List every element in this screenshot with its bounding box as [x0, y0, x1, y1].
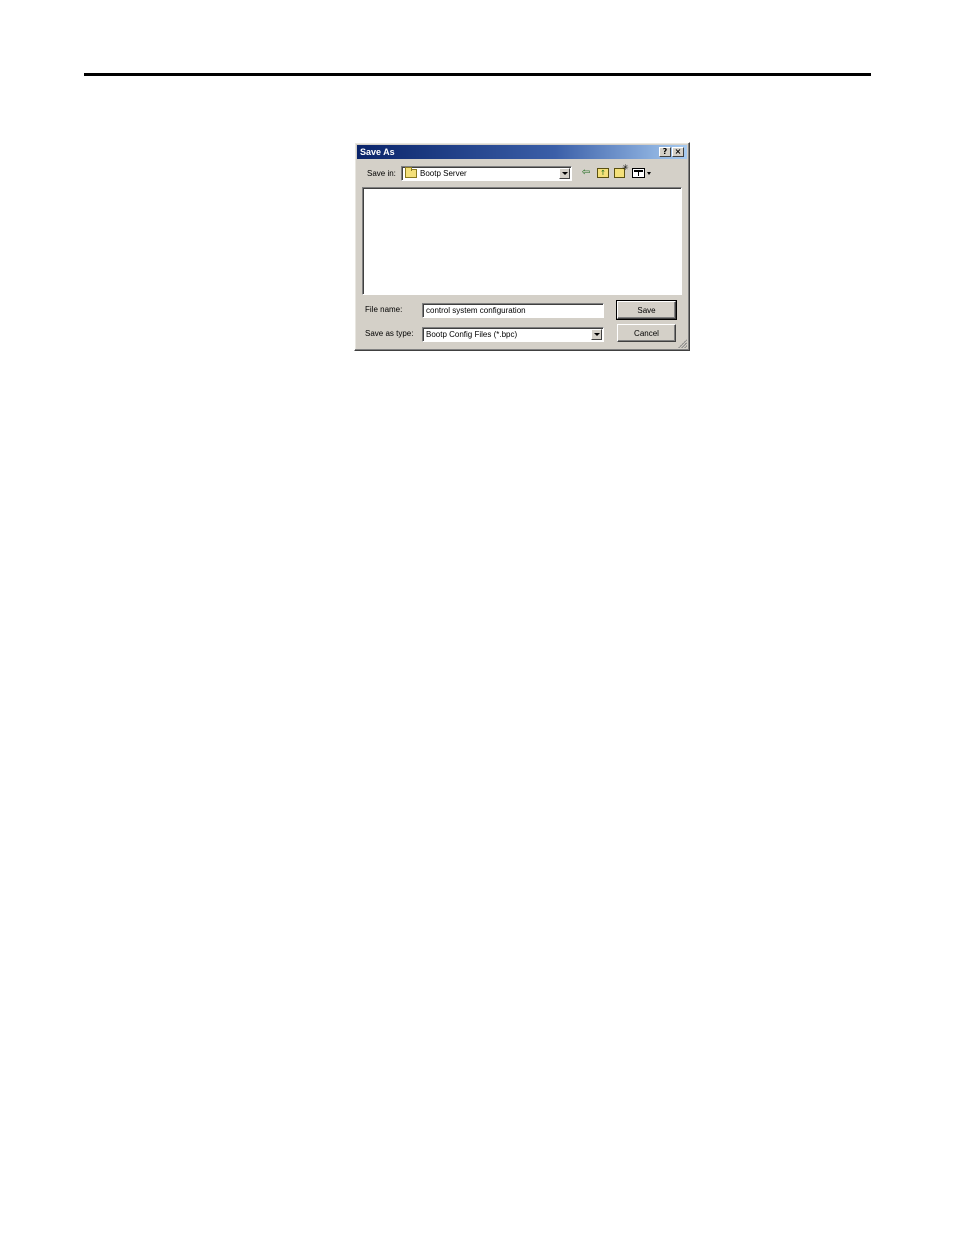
chevron-down-icon[interactable]	[559, 168, 570, 179]
close-icon[interactable]: ×	[672, 147, 684, 157]
help-icon[interactable]: ?	[659, 147, 671, 157]
resize-grip-icon[interactable]	[677, 338, 687, 348]
file-name-input[interactable]: control system configuration	[422, 303, 604, 318]
file-name-value: control system configuration	[426, 306, 526, 315]
save-in-dropdown[interactable]: Bootp Server	[401, 166, 572, 181]
file-list-pane[interactable]	[362, 187, 682, 295]
views-dropdown-arrow-icon[interactable]	[647, 172, 651, 175]
file-name-label: File name:	[365, 305, 403, 314]
save-as-type-value: Bootp Config Files (*.bpc)	[426, 330, 518, 339]
new-folder-spark-icon: ✳	[622, 163, 629, 172]
save-in-value: Bootp Server	[420, 169, 467, 178]
dialog-title: Save As	[360, 147, 395, 157]
back-arrow-icon[interactable]: ⇦	[580, 166, 592, 180]
views-menu-icon[interactable]	[632, 168, 645, 178]
folder-icon	[405, 167, 417, 178]
save-as-type-label: Save as type:	[365, 329, 414, 338]
cancel-button[interactable]: Cancel	[617, 324, 676, 342]
chevron-down-icon[interactable]	[591, 329, 602, 340]
save-button[interactable]: Save	[616, 300, 677, 320]
up-one-level-icon[interactable]: ↑	[597, 168, 609, 178]
save-in-label: Save in:	[367, 169, 396, 178]
save-as-type-dropdown[interactable]: Bootp Config Files (*.bpc)	[422, 327, 604, 342]
page-header-rule	[84, 73, 871, 76]
save-as-dialog: Save As ? × Save in: Bootp Server ⇦ ↑ ✳ …	[354, 142, 690, 351]
dialog-titlebar[interactable]: Save As ? ×	[357, 145, 687, 159]
